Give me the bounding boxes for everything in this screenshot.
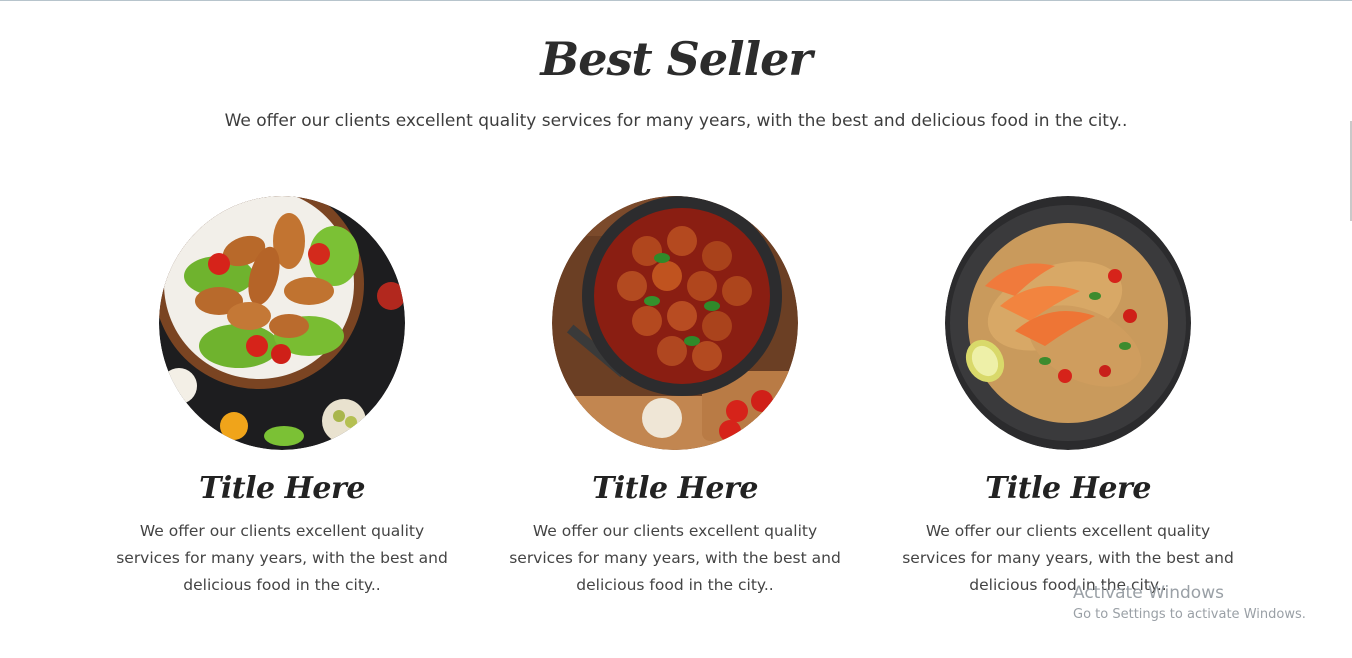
section-subtitle: We offer our clients excellent quality s… bbox=[224, 111, 1128, 131]
card-title: Title Here bbox=[199, 471, 365, 506]
card-title: Title Here bbox=[592, 471, 758, 506]
watermark-title: Activate Windows bbox=[1073, 583, 1224, 603]
meatballs-pan-image bbox=[552, 196, 798, 450]
product-card: Title Here We offer our clients excellen… bbox=[102, 196, 462, 599]
best-seller-page: Best Seller We offer our clients excelle… bbox=[0, 0, 1352, 658]
product-card: Title Here We offer our clients excellen… bbox=[888, 196, 1248, 599]
watermark-subtitle: Go to Settings to activate Windows. bbox=[1073, 607, 1306, 622]
card-description: We offer our clients excellent quality s… bbox=[116, 522, 448, 594]
product-card: Title Here We offer our clients excellen… bbox=[495, 196, 855, 599]
card-title: Title Here bbox=[985, 471, 1151, 506]
fried-chicken-plate-image bbox=[159, 196, 405, 450]
windows-activation-watermark: Activate Windows Go to Settings to activ… bbox=[1073, 582, 1306, 624]
card-description: We offer our clients excellent quality s… bbox=[509, 522, 841, 594]
section-title: Best Seller bbox=[540, 32, 812, 86]
shrimp-noodles-bowl-image bbox=[945, 196, 1191, 450]
